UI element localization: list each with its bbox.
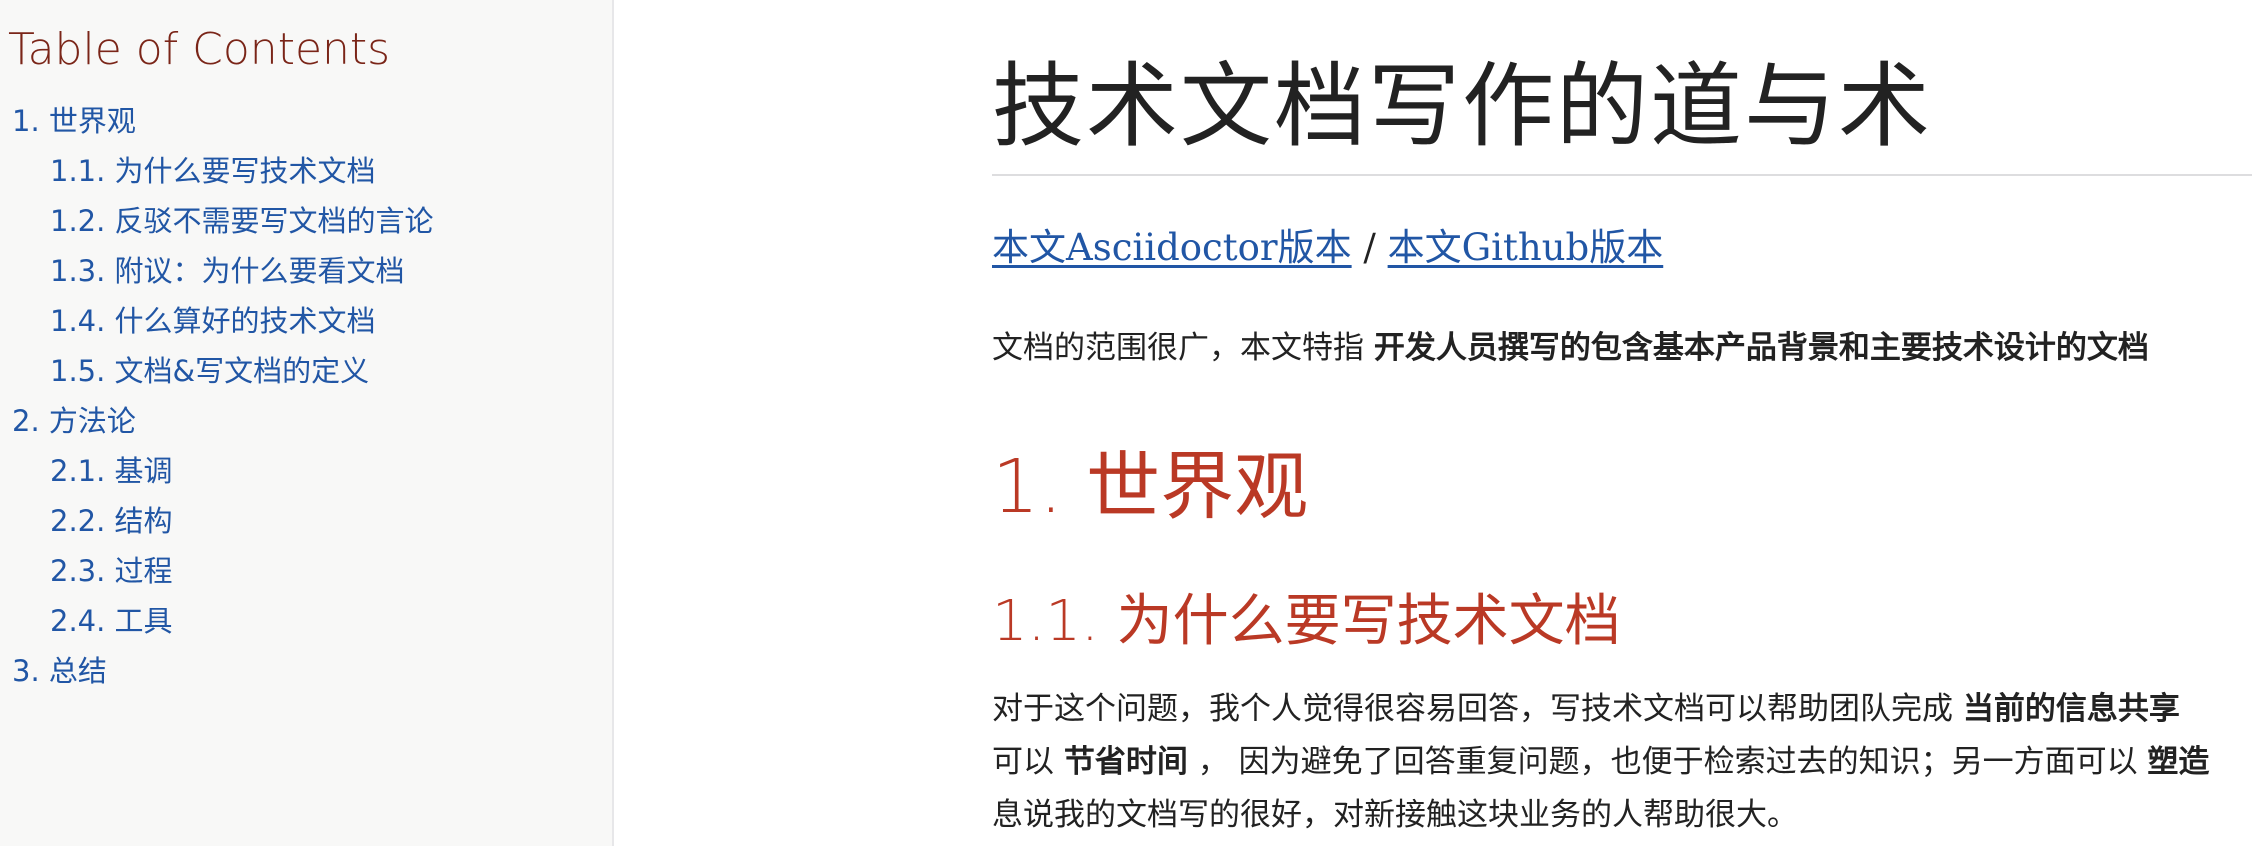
subsection-heading-why-write: 1.1. 为什么要写技术文档 <box>992 589 1621 654</box>
line1-emphasis: 当前的信息共享 <box>1962 691 2180 727</box>
paragraph-line-1: 对于这个问题，我个人觉得很容易回答，写技术文档可以帮助团队完成 当前的信息共享 <box>992 691 2180 727</box>
intro-text: 文档的范围很广，本文特指 <box>992 330 1374 366</box>
line2-text-b: ， 因为避免了回答重复问题，也便于检索过去的知识；另一方面可以 <box>1187 744 2148 780</box>
toc-item[interactable]: 2. 方法论 <box>0 396 434 446</box>
line2-text-a: 可以 <box>992 744 1064 780</box>
paragraph-line-3: 息说我的文档写的很好，对新接触这块业务的人帮助很大。 <box>992 797 1798 833</box>
document-content: 技术文档写作的道与术 本文Asciidoctor版本 / 本文Github版本 … <box>992 0 2252 846</box>
toc-item[interactable]: 1. 世界观 <box>0 96 434 146</box>
toc-item[interactable]: 3. 总结 <box>0 646 434 696</box>
github-version-link[interactable]: 本文Github版本 <box>1388 226 1664 269</box>
asciidoctor-version-link[interactable]: 本文Asciidoctor版本 <box>992 226 1352 269</box>
link-separator: / <box>1351 226 1388 269</box>
paragraph-line-2: 可以 节省时间 ， 因为避免了回答重复问题，也便于检索过去的知识；另一方面可以 … <box>992 744 2209 780</box>
table-of-contents: Table of Contents 1. 世界观 1.1. 为什么要写技术文档 1.… <box>0 0 614 846</box>
why-write-paragraph: 对于这个问题，我个人觉得很容易回答，写技术文档可以帮助团队完成 当前的信息共享可… <box>992 683 2209 842</box>
line2-emphasis-save-time: 节省时间 <box>1063 744 1188 780</box>
line1-text: 对于这个问题，我个人觉得很容易回答，写技术文档可以帮助团队完成 <box>992 691 1963 727</box>
toc-item[interactable]: 2.3. 过程 <box>0 546 434 596</box>
version-links: 本文Asciidoctor版本 / 本文Github版本 <box>992 222 1663 274</box>
toc-list: 1. 世界观 1.1. 为什么要写技术文档 1.2. 反驳不需要写文档的言论 1.3.… <box>0 96 434 696</box>
toc-item[interactable]: 2.4. 工具 <box>0 596 434 646</box>
toc-item[interactable]: 1.3. 附议：为什么要看文档 <box>0 246 434 296</box>
title-divider <box>992 174 2252 176</box>
line2-emphasis-shape: 塑造 <box>2147 744 2210 780</box>
toc-item[interactable]: 1.2. 反驳不需要写文档的言论 <box>0 196 434 246</box>
intro-emphasis: 开发人员撰写的包含基本产品背景和主要技术设计的文档 <box>1373 330 2149 366</box>
toc-item[interactable]: 1.5. 文档&写文档的定义 <box>0 346 434 396</box>
toc-item[interactable]: 1.4. 什么算好的技术文档 <box>0 296 434 346</box>
toc-item[interactable]: 1.1. 为什么要写技术文档 <box>0 146 434 196</box>
toc-item[interactable]: 2.1. 基调 <box>0 446 434 496</box>
section-heading-worldview: 1. 世界观 <box>992 444 1309 530</box>
toc-item[interactable]: 2.2. 结构 <box>0 496 434 546</box>
toc-title: Table of Contents <box>8 24 391 75</box>
document-title: 技术文档写作的道与术 <box>992 53 1933 160</box>
intro-paragraph: 文档的范围很广，本文特指 开发人员撰写的包含基本产品背景和主要技术设计的文档 <box>992 322 2149 375</box>
